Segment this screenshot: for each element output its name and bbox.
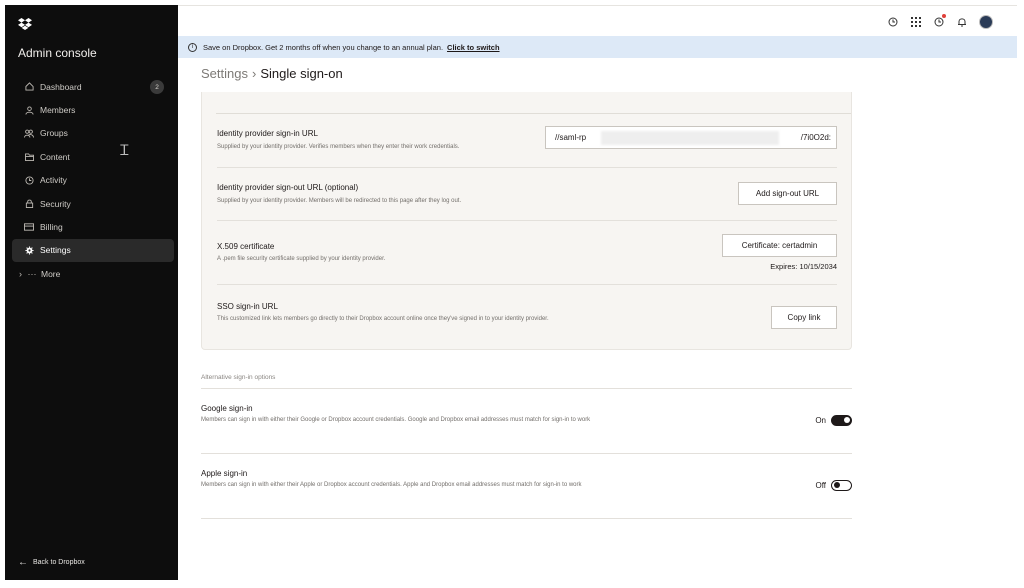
redacted-region bbox=[601, 131, 779, 145]
sidebar-item-security[interactable]: Security bbox=[12, 192, 174, 215]
signout-url-row: Identity provider sign-out URL (optional… bbox=[217, 167, 837, 220]
card-icon bbox=[24, 222, 34, 232]
click-to-switch-link[interactable]: Click to switch bbox=[447, 43, 500, 52]
help-icon[interactable] bbox=[887, 16, 899, 28]
google-signin-state: On bbox=[815, 416, 826, 425]
sidebar-item-label: Security bbox=[40, 198, 71, 209]
signin-url-value-start: //saml-rp bbox=[555, 133, 587, 142]
divider bbox=[201, 518, 852, 519]
apple-signin-toggle-group: Off bbox=[815, 480, 852, 491]
toggle-knob bbox=[833, 482, 840, 488]
arrow-left-icon: ← bbox=[18, 557, 28, 568]
dropbox-logo-icon[interactable] bbox=[18, 18, 32, 30]
info-icon: i bbox=[188, 42, 197, 52]
app: Admin console Dashboard 2 Members Groups bbox=[0, 0, 1024, 588]
apple-signin-title: Apple sign-in bbox=[201, 469, 248, 478]
avatar[interactable] bbox=[979, 15, 993, 29]
notification-dot bbox=[942, 14, 946, 18]
breadcrumb: Settings › Single sign-on bbox=[201, 66, 343, 81]
certificate-title: X.509 certificate bbox=[217, 242, 275, 251]
sidebar-nav: Dashboard 2 Members Groups Content Activ… bbox=[12, 75, 174, 286]
google-signin-toggle[interactable] bbox=[831, 415, 852, 426]
top-bar bbox=[178, 5, 1017, 36]
home-icon bbox=[24, 82, 34, 92]
sidebar-item-label: More bbox=[41, 268, 61, 279]
clock-icon bbox=[24, 175, 34, 185]
sidebar-item-dashboard[interactable]: Dashboard 2 bbox=[12, 75, 174, 98]
bell-icon[interactable] bbox=[956, 16, 968, 28]
apple-signin-state: Off bbox=[815, 481, 826, 490]
person-icon bbox=[24, 105, 34, 115]
breadcrumb-settings[interactable]: Settings bbox=[201, 66, 248, 81]
apple-signin-toggle[interactable] bbox=[831, 480, 852, 491]
sidebar-item-label: Settings bbox=[40, 245, 71, 256]
promo-banner: i Save on Dropbox. Get 2 months off when… bbox=[178, 36, 1017, 58]
signin-url-value-end: /7i0O2d: bbox=[800, 133, 831, 142]
gear-icon bbox=[24, 245, 34, 255]
toggle-knob bbox=[843, 417, 850, 423]
breadcrumb-separator: › bbox=[251, 66, 257, 81]
sidebar-item-settings[interactable]: Settings bbox=[12, 238, 174, 263]
lock-icon bbox=[24, 199, 34, 209]
sidebar: Admin console Dashboard 2 Members Groups bbox=[5, 5, 178, 580]
alt-signin-heading: Alternative sign-in options bbox=[201, 374, 276, 381]
sso-link-row: SSO sign-in URL This customized link let… bbox=[217, 284, 837, 350]
signout-url-desc: Supplied by your identity provider. Memb… bbox=[217, 198, 462, 204]
certificate-desc: A .pem file security certificate supplie… bbox=[217, 256, 386, 262]
sso-link-desc: This customized link lets members go dir… bbox=[217, 316, 549, 322]
sidebar-item-activity[interactable]: Activity bbox=[12, 169, 174, 192]
apple-signin-desc: Members can sign in with either their Ap… bbox=[201, 482, 582, 488]
sso-settings-card: Identity provider sign-in URL Supplied b… bbox=[201, 92, 852, 350]
chevron-right-icon: › bbox=[19, 268, 22, 279]
ellipsis-icon: ··· bbox=[27, 268, 37, 279]
sidebar-item-label: Activity bbox=[40, 175, 67, 186]
signin-url-title: Identity provider sign-in URL bbox=[217, 129, 318, 138]
google-signin-title: Google sign-in bbox=[201, 404, 253, 413]
sidebar-item-members[interactable]: Members bbox=[12, 98, 174, 121]
certificate-row: X.509 certificate A .pem file security c… bbox=[217, 220, 837, 284]
signin-url-input[interactable]: //saml-rp /7i0O2d: bbox=[545, 126, 837, 149]
google-signin-toggle-group: On bbox=[815, 415, 852, 426]
activity-icon[interactable] bbox=[933, 14, 946, 28]
sidebar-item-label: Dashboard bbox=[40, 81, 82, 92]
back-to-dropbox-link[interactable]: ← Back to Dropbox bbox=[18, 557, 85, 568]
sidebar-item-groups[interactable]: Groups bbox=[12, 122, 174, 145]
sidebar-item-content[interactable]: Content bbox=[12, 145, 174, 168]
divider bbox=[201, 388, 852, 389]
banner-text: Save on Dropbox. Get 2 months off when y… bbox=[203, 42, 444, 52]
dashboard-badge: 2 bbox=[150, 80, 164, 94]
signout-url-title: Identity provider sign-out URL (optional… bbox=[217, 183, 359, 192]
divider bbox=[201, 453, 852, 454]
google-signin-desc: Members can sign in with either their Go… bbox=[201, 417, 591, 423]
signin-url-row: Identity provider sign-in URL Supplied b… bbox=[217, 114, 837, 167]
sidebar-item-label: Members bbox=[40, 105, 76, 116]
admin-console-title: Admin console bbox=[18, 46, 97, 60]
copy-link-button[interactable]: Copy link bbox=[771, 306, 837, 329]
sidebar-item-label: Billing bbox=[40, 222, 63, 233]
back-to-dropbox-label: Back to Dropbox bbox=[33, 559, 85, 566]
sso-link-title: SSO sign-in URL bbox=[217, 302, 278, 311]
apps-grid-icon[interactable] bbox=[910, 16, 922, 28]
sidebar-item-more[interactable]: › ··· More bbox=[12, 262, 174, 285]
top-icons bbox=[887, 14, 993, 29]
sidebar-item-label: Content bbox=[40, 151, 70, 162]
sidebar-item-label: Groups bbox=[40, 128, 68, 139]
folder-icon bbox=[24, 152, 34, 162]
page-title: Single sign-on bbox=[260, 66, 343, 81]
certificate-button[interactable]: Certificate: certadmin bbox=[722, 234, 837, 257]
sidebar-item-billing[interactable]: Billing bbox=[12, 215, 174, 238]
text-cursor-icon: Ꮖ bbox=[120, 142, 130, 158]
group-icon bbox=[24, 128, 34, 138]
certificate-expires: Expires: 10/15/2034 bbox=[770, 262, 837, 271]
add-signout-url-button[interactable]: Add sign-out URL bbox=[738, 182, 837, 205]
